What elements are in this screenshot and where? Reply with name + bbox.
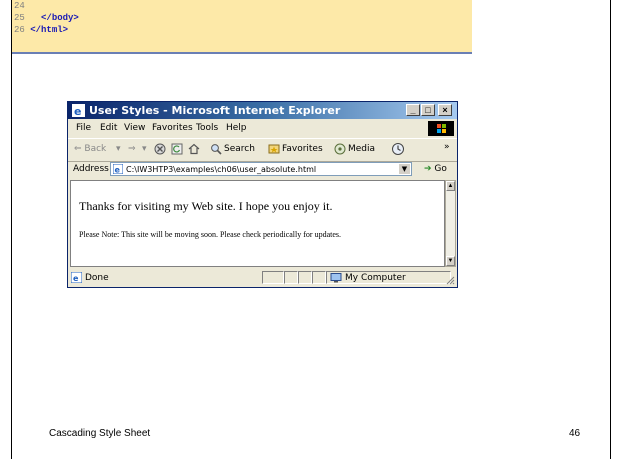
- home-icon[interactable]: [188, 143, 200, 155]
- page-icon: e: [113, 164, 123, 174]
- page-content: Thanks for visiting my Web site. I hope …: [70, 180, 445, 267]
- search-button[interactable]: Search: [224, 144, 255, 154]
- status-panel: [262, 271, 284, 284]
- code-line: 24: [14, 1, 25, 11]
- minimize-button[interactable]: _: [406, 104, 420, 116]
- code-text: </html>: [30, 25, 69, 35]
- code-line: 26 </html>: [14, 25, 68, 35]
- go-label: Go: [434, 164, 447, 174]
- title-bar[interactable]: e User Styles - Microsoft Internet Explo…: [68, 102, 457, 119]
- zone-text: My Computer: [345, 273, 406, 283]
- welcome-text: Thanks for visiting my Web site. I hope …: [79, 199, 333, 213]
- slide-page-number: 46: [569, 428, 581, 439]
- line-number: 24: [14, 1, 25, 11]
- menu-favorites[interactable]: Favorites: [152, 123, 193, 133]
- maximize-button[interactable]: □: [421, 104, 435, 116]
- slide: 24 25 </body> 26 </html> e User Styles -…: [0, 0, 621, 459]
- code-listing: 24 25 </body> 26 </html>: [12, 0, 472, 54]
- resize-grip-icon[interactable]: [445, 275, 455, 285]
- status-panel: [284, 271, 298, 284]
- toolbar: ⇐ Back ▾ ⇒ ▾ Search Favorites Media »: [68, 138, 457, 162]
- history-icon[interactable]: [391, 142, 405, 156]
- address-input[interactable]: e C:\IW3HTP3\examples\ch06\user_absolute…: [110, 162, 412, 176]
- refresh-icon[interactable]: [171, 143, 183, 155]
- favorites-button[interactable]: Favorites: [282, 144, 323, 154]
- vertical-scrollbar[interactable]: ▲ ▼: [445, 180, 456, 267]
- chevron-down-icon[interactable]: ▾: [142, 144, 147, 154]
- chevron-down-icon[interactable]: ▾: [116, 144, 121, 154]
- status-text: Done: [85, 273, 109, 283]
- forward-icon[interactable]: ⇒: [128, 144, 136, 154]
- menu-tools[interactable]: Tools: [196, 123, 218, 133]
- favorites-icon[interactable]: [268, 143, 280, 155]
- ie-icon: e: [72, 104, 85, 117]
- note-text: Please Note: This site will be moving so…: [79, 230, 342, 239]
- media-icon[interactable]: [334, 143, 346, 155]
- line-number: 26: [14, 25, 25, 35]
- my-computer-icon: [330, 273, 342, 283]
- slide-border-right: [610, 0, 611, 459]
- code-line: 25 </body>: [14, 13, 79, 23]
- scroll-up-icon[interactable]: ▲: [446, 181, 455, 191]
- window-title: User Styles - Microsoft Internet Explore…: [89, 104, 341, 117]
- chevron-down-icon[interactable]: ▼: [399, 164, 410, 174]
- close-button[interactable]: ×: [438, 104, 452, 116]
- back-button[interactable]: ⇐ Back: [74, 144, 106, 154]
- menu-edit[interactable]: Edit: [100, 123, 117, 133]
- address-bar: Address e C:\IW3HTP3\examples\ch06\user_…: [68, 160, 457, 179]
- address-label: Address: [73, 164, 109, 174]
- address-value: C:\IW3HTP3\examples\ch06\user_absolute.h…: [126, 165, 317, 174]
- menu-bar: File Edit View Favorites Tools Help: [68, 119, 457, 137]
- search-icon[interactable]: [210, 143, 222, 155]
- svg-text:e: e: [74, 105, 81, 117]
- status-bar: e Done My Computer: [68, 268, 457, 287]
- windows-logo-icon: [428, 121, 454, 136]
- more-chevron-icon[interactable]: »: [444, 142, 450, 152]
- menu-file[interactable]: File: [76, 123, 91, 133]
- stop-icon[interactable]: [154, 143, 166, 155]
- slide-border-left: [11, 0, 12, 459]
- go-button[interactable]: ➔ Go: [424, 164, 447, 174]
- browser-window: e User Styles - Microsoft Internet Explo…: [67, 101, 458, 288]
- scroll-down-icon[interactable]: ▼: [446, 256, 455, 266]
- media-button[interactable]: Media: [348, 144, 375, 154]
- status-panel: [312, 271, 326, 284]
- page-done-icon: e: [71, 272, 82, 283]
- slide-footer-title: Cascading Style Sheet: [49, 428, 151, 439]
- line-number: 25: [14, 13, 25, 23]
- status-panel: [298, 271, 312, 284]
- svg-text:e: e: [115, 166, 121, 175]
- code-text: </body>: [24, 13, 79, 23]
- menu-view[interactable]: View: [124, 123, 145, 133]
- svg-text:e: e: [73, 274, 79, 283]
- menu-help[interactable]: Help: [226, 123, 247, 133]
- go-arrow-icon: ➔: [424, 164, 432, 174]
